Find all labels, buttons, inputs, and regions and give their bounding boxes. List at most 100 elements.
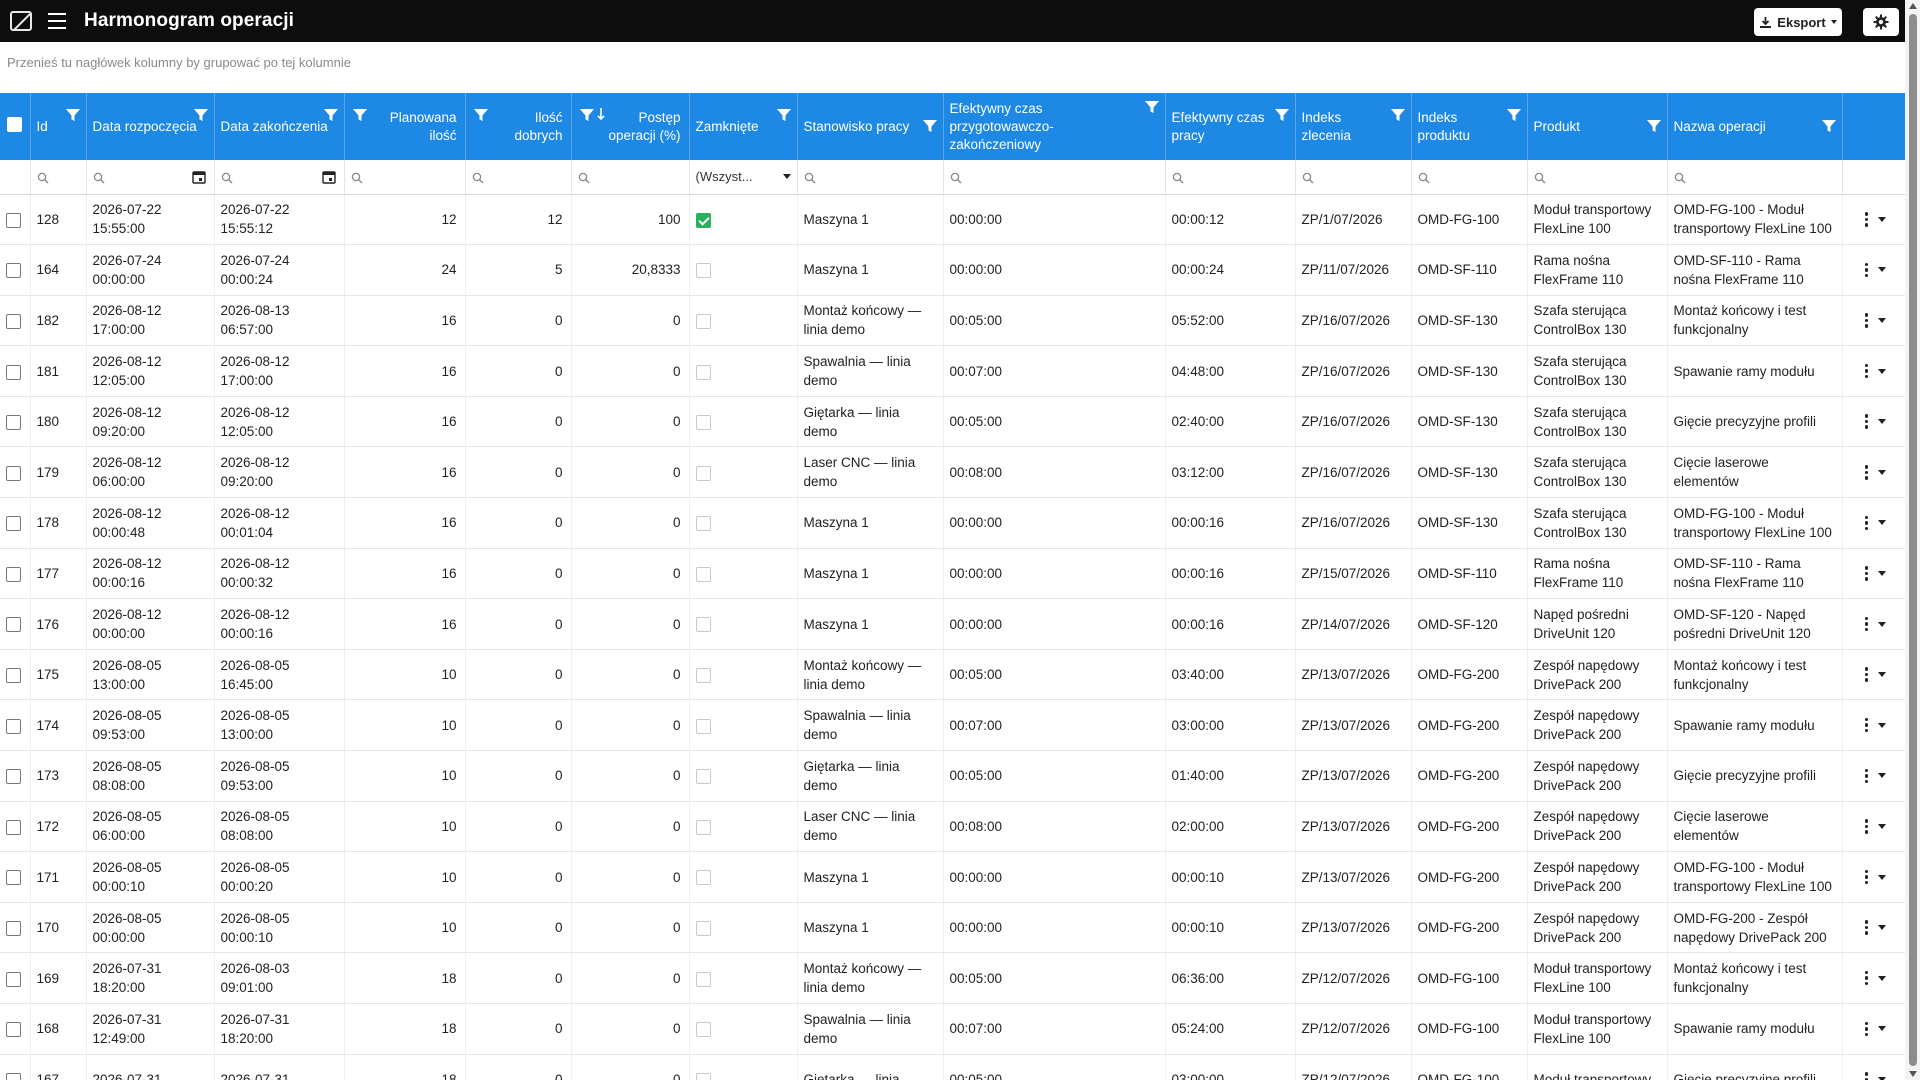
table-row[interactable]: 179 2026-08-12 06:00:00 2026-08-12 09:20:0… [0, 446, 1905, 499]
col-header-product-index[interactable]: Indeks produktu [1411, 93, 1528, 160]
filter-icon[interactable] [1646, 119, 1661, 133]
more-options-icon[interactable] [1864, 212, 1868, 227]
more-options-icon[interactable] [1864, 1072, 1868, 1080]
row-checkbox[interactable] [6, 718, 21, 734]
cell-select[interactable] [0, 345, 31, 397]
cell-actions[interactable] [1842, 1054, 1905, 1080]
more-options-icon[interactable] [1864, 970, 1868, 986]
row-checkbox[interactable] [6, 1022, 21, 1038]
cell-actions[interactable] [1842, 194, 1905, 246]
table-row[interactable]: 167 2026-07-31 2026-07-31 18 0 0 Giętarka — … [0, 1054, 1905, 1080]
cell-actions[interactable] [1842, 1003, 1905, 1055]
filter-icon[interactable] [1821, 119, 1836, 133]
table-row[interactable]: 172 2026-08-05 06:00:00 2026-08-05 08:08:0… [0, 801, 1905, 853]
table-row[interactable]: 170 2026-08-05 00:00:00 2026-08-05 00:00:1… [0, 902, 1905, 954]
col-header-good-qty[interactable]: Ilość dobrych [465, 93, 572, 160]
scroll-up-icon[interactable] [1909, 3, 1917, 9]
filter-icon[interactable] [65, 108, 80, 122]
filter-start-date[interactable] [86, 160, 215, 195]
chevron-down-icon[interactable] [1878, 520, 1886, 526]
cell-actions[interactable] [1842, 750, 1905, 802]
cell-select[interactable] [0, 1003, 31, 1055]
scroll-thumb[interactable] [1909, 14, 1917, 1066]
cell-actions[interactable] [1842, 851, 1905, 903]
cell-actions[interactable] [1842, 345, 1905, 397]
more-options-icon[interactable] [1864, 465, 1868, 480]
col-header-id[interactable]: Id [30, 93, 87, 160]
settings-button[interactable] [1863, 8, 1899, 36]
chevron-down-icon[interactable] [1878, 419, 1886, 425]
cell-actions[interactable] [1842, 244, 1905, 296]
cell-select[interactable] [0, 548, 31, 600]
menu-icon[interactable] [48, 13, 66, 29]
chevron-down-icon[interactable] [1878, 1026, 1886, 1032]
filter-icon[interactable] [1390, 108, 1405, 122]
table-row[interactable]: 174 2026-08-05 09:53:00 2026-08-05 13:00:0… [0, 699, 1905, 752]
more-options-icon[interactable] [1864, 717, 1868, 733]
table-row[interactable]: 168 2026-07-31 12:49:00 2026-07-31 18:20:0… [0, 1003, 1905, 1055]
more-options-icon[interactable] [1864, 616, 1868, 632]
more-options-icon[interactable] [1864, 414, 1868, 429]
table-row[interactable]: 176 2026-08-12 00:00:00 2026-08-12 00:00:1… [0, 598, 1905, 650]
table-row[interactable]: 128 2026-07-22 15:55:00 2026-07-22 15:55:1… [0, 194, 1905, 246]
group-panel-hint[interactable]: Przenieś tu nagłówek kolumny by grupować… [7, 55, 351, 70]
filter-good-qty[interactable] [465, 160, 572, 195]
filter-icon[interactable] [473, 108, 488, 122]
table-row[interactable]: 177 2026-08-12 00:00:16 2026-08-12 00:00:3… [0, 548, 1905, 600]
cell-actions[interactable] [1842, 497, 1905, 549]
chevron-down-icon[interactable] [1878, 925, 1886, 931]
col-header-work-time[interactable]: Efektywny czas pracy [1165, 93, 1296, 160]
row-checkbox[interactable] [6, 566, 21, 582]
row-checkbox[interactable] [6, 212, 21, 228]
cell-actions[interactable] [1842, 801, 1905, 853]
filter-icon[interactable] [352, 108, 367, 122]
cell-select[interactable] [0, 1054, 31, 1080]
table-row[interactable]: 169 2026-07-31 18:20:00 2026-08-03 09:01:0… [0, 952, 1905, 1004]
cell-actions[interactable] [1842, 295, 1905, 347]
cell-select[interactable] [0, 295, 31, 347]
cell-select[interactable] [0, 497, 31, 549]
select-all-header[interactable] [0, 93, 31, 160]
chevron-down-icon[interactable] [1878, 672, 1886, 678]
filter-icon[interactable] [1274, 108, 1289, 122]
export-button[interactable]: Eksport [1754, 8, 1842, 36]
table-row[interactable]: 180 2026-08-12 09:20:00 2026-08-12 12:05:0… [0, 396, 1905, 448]
table-row[interactable]: 178 2026-08-12 00:00:48 2026-08-12 00:01:0… [0, 497, 1905, 549]
col-header-start-date[interactable]: Data rozpoczęcia [86, 93, 215, 160]
cell-actions[interactable] [1842, 446, 1905, 499]
more-options-icon[interactable] [1864, 1021, 1868, 1037]
table-row[interactable]: 171 2026-08-05 00:00:10 2026-08-05 00:00:2… [0, 851, 1905, 903]
filter-work-time[interactable] [1165, 160, 1296, 195]
filter-icon[interactable] [922, 119, 937, 133]
cell-select[interactable] [0, 446, 31, 499]
cell-select[interactable] [0, 649, 31, 701]
more-options-icon[interactable] [1864, 667, 1868, 682]
more-options-icon[interactable] [1864, 920, 1868, 935]
cell-select[interactable] [0, 750, 31, 802]
chevron-down-icon[interactable] [1878, 317, 1886, 323]
more-options-icon[interactable] [1864, 566, 1868, 581]
chevron-down-icon[interactable] [1878, 267, 1886, 273]
cell-actions[interactable] [1842, 649, 1905, 701]
row-checkbox[interactable] [6, 263, 21, 279]
filter-icon[interactable] [1144, 100, 1159, 114]
cell-select[interactable] [0, 699, 31, 752]
cell-select[interactable] [0, 244, 31, 296]
col-header-product[interactable]: Produkt [1527, 93, 1668, 160]
table-row[interactable]: 182 2026-08-12 17:00:00 2026-08-13 06:57:0… [0, 295, 1905, 347]
cell-select[interactable] [0, 396, 31, 448]
cell-actions[interactable] [1842, 396, 1905, 448]
filter-product[interactable] [1527, 160, 1668, 195]
filter-workstation[interactable] [797, 160, 944, 195]
row-checkbox[interactable] [6, 617, 21, 633]
more-options-icon[interactable] [1864, 515, 1868, 531]
filter-icon[interactable] [579, 108, 594, 122]
filter-end-date[interactable] [214, 160, 345, 195]
cell-actions[interactable] [1842, 598, 1905, 650]
chevron-down-icon[interactable] [1878, 874, 1886, 880]
more-options-icon[interactable] [1864, 819, 1868, 834]
cell-actions[interactable] [1842, 699, 1905, 752]
more-options-icon[interactable] [1864, 363, 1868, 379]
chevron-down-icon[interactable] [1878, 773, 1886, 779]
row-checkbox[interactable] [6, 921, 21, 937]
